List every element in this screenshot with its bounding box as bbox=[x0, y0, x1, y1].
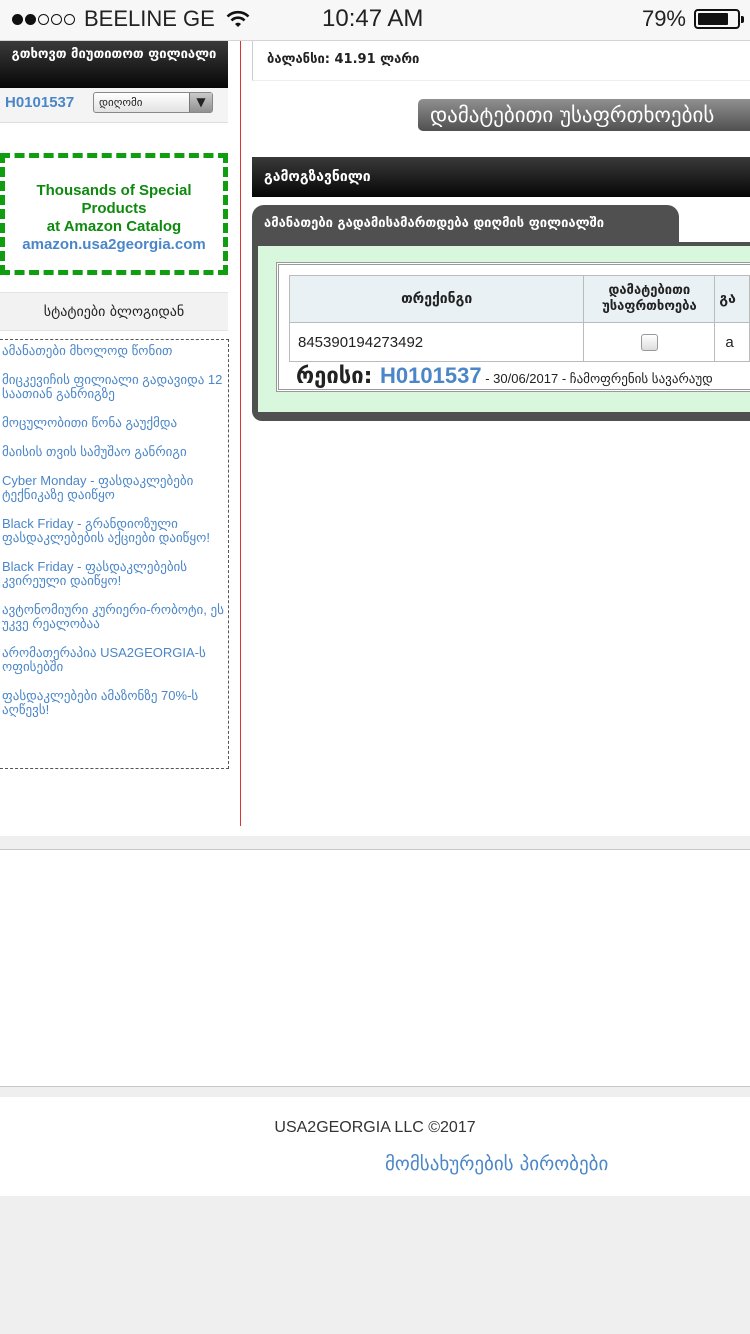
carrier-signal: BEELINE GE bbox=[12, 6, 251, 32]
promo-link[interactable]: amazon.usa2georgia.com bbox=[5, 236, 223, 254]
signal-dot-icon bbox=[51, 13, 62, 25]
col-header-insurance: დამატებითი უსაფრთხოება bbox=[583, 275, 716, 323]
blog-link[interactable]: მიცკევიჩის ფილიალი გადავიდა 12 საათიან გ… bbox=[2, 373, 226, 401]
shipments-panel: ამანათები გადამისამართდება დიღმის ფილიალ… bbox=[252, 205, 750, 421]
copyright: USA2GEORGIA LLC ©2017 bbox=[274, 1119, 476, 1136]
footer: USA2GEORGIA LLC ©2017 მომსახურების პირობ… bbox=[0, 1097, 750, 1196]
battery-icon bbox=[694, 9, 744, 29]
blog-link[interactable]: არომათერაპია USA2GEORGIA-ს ოფისებში bbox=[2, 646, 226, 674]
trip-info: რეისი: H0101537 - 30/06/2017 - ჩამოფრენი… bbox=[296, 363, 713, 389]
battery-status: 79% bbox=[641, 6, 744, 32]
section-gap bbox=[0, 836, 750, 849]
extra-cell: a bbox=[714, 322, 750, 362]
amazon-promo-banner[interactable]: Thousands of Special Products at Amazon … bbox=[0, 153, 228, 275]
clock: 10:47 AM bbox=[322, 5, 424, 32]
extra-insurance-button[interactable]: დამატებითი უსაფრთხოების bbox=[418, 99, 750, 131]
wifi-icon bbox=[226, 10, 250, 27]
blog-title: სტატიები ბლოგიდან bbox=[0, 292, 228, 331]
blog-link[interactable]: Black Friday - ფასდაკლებების კვირეული და… bbox=[2, 560, 226, 588]
signal-dot-icon bbox=[12, 13, 23, 25]
blog-link[interactable]: ფასდაკლებები ამაზონზე 70%-ს აღწევს! bbox=[2, 689, 226, 717]
shipments-table-frame: თრექინგი დამატებითი უსაფრთხოება გა 84539… bbox=[276, 262, 750, 392]
branch-select[interactable]: დიღომი ▼ bbox=[93, 92, 213, 113]
status-bar: BEELINE GE 10:47 AM 79% bbox=[0, 0, 750, 41]
trip-label: რეისი: bbox=[296, 364, 373, 389]
blog-link[interactable]: Black Friday - გრანდიოზული ფასდაკლებების… bbox=[2, 517, 226, 545]
battery-percent: 79% bbox=[641, 6, 686, 31]
sidebar: გთხოვთ მიუთითოთ ფილიალი H0101537 დიღომი … bbox=[0, 41, 230, 826]
branch-header: გთხოვთ მიუთითოთ ფილიალი bbox=[0, 41, 228, 88]
carrier-name: BEELINE GE bbox=[84, 6, 215, 31]
blog-link[interactable]: ავტონომიური კურიერი-რობოტი, ეს უკვე რეალ… bbox=[2, 603, 226, 631]
table-row: 845390194273492 a bbox=[288, 322, 750, 362]
panel-inner: თრექინგი დამატებითი უსაფრთხოება გა 84539… bbox=[258, 246, 750, 412]
panel-tab[interactable]: ამანათები გადამისამართდება დიღმის ფილიალ… bbox=[252, 205, 679, 243]
branch-row: H0101537 დიღომი ▼ bbox=[0, 88, 228, 123]
shipments-table: თრექინგი დამატებითი უსაფრთხოება გა 84539… bbox=[288, 275, 750, 362]
signal-dot-icon bbox=[38, 13, 49, 25]
signal-dot-icon bbox=[64, 13, 75, 25]
page-content: გთხოვთ მიუთითოთ ფილიალი H0101537 დიღომი … bbox=[0, 41, 750, 836]
panel-body: თრექინგი დამატებითი უსაფრთხოება გა 84539… bbox=[252, 242, 750, 421]
column-divider bbox=[240, 41, 241, 826]
col-header-tracking: თრექინგი bbox=[288, 275, 585, 323]
trip-code[interactable]: H0101537 bbox=[380, 363, 482, 388]
table-header-row: თრექინგი დამატებითი უსაფრთხოება გა bbox=[288, 275, 750, 323]
user-code: H0101537 bbox=[5, 94, 75, 111]
branch-select-value: დიღომი bbox=[99, 96, 143, 109]
blog-link[interactable]: მაისის თვის სამუშაო განრიგი bbox=[2, 445, 226, 459]
blog-link[interactable]: Cyber Monday - ფასდაკლებები ტექნიკაზე და… bbox=[2, 474, 226, 502]
promo-line1: Thousands of Special Products bbox=[36, 182, 192, 217]
tracking-number: 845390194273492 bbox=[288, 322, 585, 362]
blog-link[interactable]: ამანათები მხოლოდ წონით bbox=[2, 344, 226, 358]
empty-content-area bbox=[0, 849, 750, 1087]
terms-link[interactable]: მომსახურების პირობები bbox=[385, 1153, 608, 1175]
chevron-down-icon: ▼ bbox=[189, 93, 212, 112]
signal-dot-icon bbox=[25, 13, 36, 25]
blog-link[interactable]: მოცულობითი წონა გაუქმდა bbox=[2, 416, 226, 430]
promo-line2: at Amazon Catalog bbox=[46, 218, 182, 235]
insurance-checkbox[interactable] bbox=[640, 333, 658, 351]
insurance-cell bbox=[583, 322, 716, 362]
balance: ბალანსი: 41.91 ლარი bbox=[252, 41, 750, 81]
trip-details: - 30/06/2017 - ჩამოფრენის სავარაუდ bbox=[485, 371, 713, 386]
sent-section-header: გამოგზავნილი bbox=[252, 157, 750, 197]
blog-list: ამანათები მხოლოდ წონით მიცკევიჩის ფილიალ… bbox=[0, 339, 229, 769]
col-header-extra: გა bbox=[714, 275, 750, 323]
